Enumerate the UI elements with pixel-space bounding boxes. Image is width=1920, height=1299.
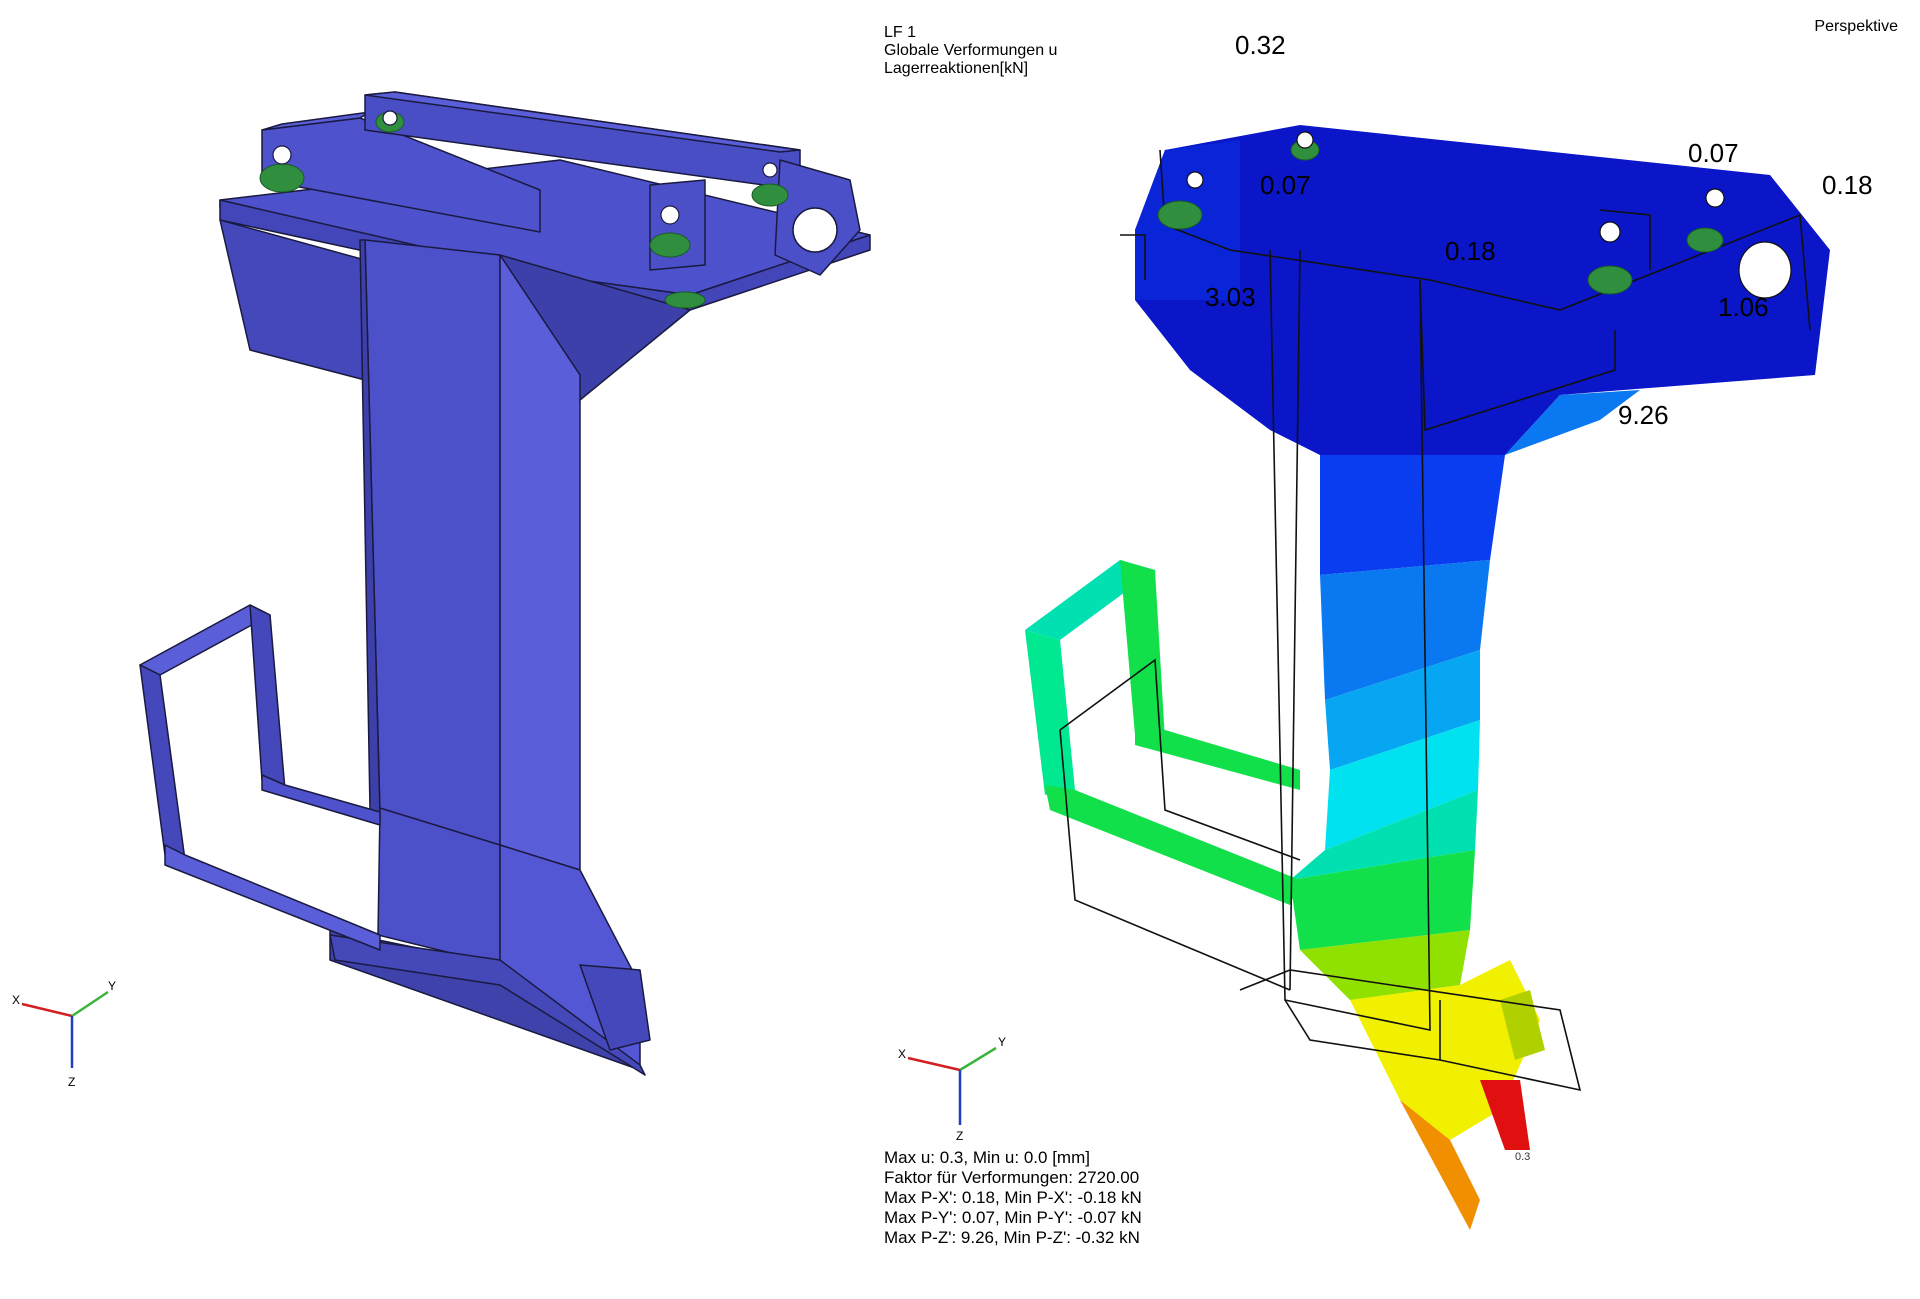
max-deformation-marker: 0.3 [1515,1151,1530,1163]
reaction-label: 0.07 [1260,170,1311,200]
reaction-label: 0.32 [1235,30,1286,60]
frame-right-post [249,604,286,791]
frame-left-post [139,664,186,861]
deformed-contour-model [1025,125,1830,1230]
legend-line-reactions: Lagerreaktionen[kN] [884,60,1029,77]
contour-frame-left-post [1025,630,1075,795]
structural-viewport[interactable]: X Y Z X Y Z 0.3 LF 1 Globale Verformunge… [0,0,1920,1294]
axis-y-label-left: Y [108,979,116,993]
model-canvas[interactable]: X Y Z X Y Z 0.3 [0,0,1920,1294]
reaction-label: 0.18 [1445,236,1496,266]
axis-triad-left: X Y Z [12,979,116,1089]
stat-max-u: Max u: 0.3, Min u: 0.0 [mm] [884,1148,1090,1167]
result-statistics: Max u: 0.3, Min u: 0.0 [mm] Faktor für V… [884,1148,1142,1248]
axis-x-label-right: X [898,1047,906,1061]
axis-z-label-right: Z [956,1129,963,1143]
contour-column-band-1 [1320,455,1505,575]
axis-z-label-left: Z [68,1075,75,1089]
axis-triad-right: X Y Z [898,1035,1006,1143]
projection-label[interactable]: Perspektive [1814,18,1898,36]
legend-line-deformations: Globale Verformungen u [884,42,1058,59]
result-legend: LF 1 Globale Verformungen u Lagerreaktio… [884,24,1057,78]
column-front [364,239,501,846]
reaction-label: 0.18 [1822,170,1873,200]
stat-pz: Max P-Z': 9.26, Min P-Z': -0.32 kN [884,1228,1140,1247]
axis-y-label-right: Y [998,1035,1006,1049]
axis-x-label-left: X [12,993,20,1007]
frame-bottom-bar [164,844,381,951]
undeformed-model [139,91,871,1076]
frame-inner-bar [261,774,381,826]
stat-deformation-factor: Faktor für Verformungen: 2720.00 [884,1168,1140,1187]
ear-hole [792,207,838,253]
reaction-label: 1.06 [1718,292,1769,322]
reaction-label: 0.07 [1688,138,1739,168]
load-case-label: LF 1 [884,24,917,41]
reaction-label: 9.26 [1618,400,1669,430]
stat-py: Max P-Y': 0.07, Min P-Y': -0.07 kN [884,1208,1142,1227]
stat-px: Max P-X': 0.18, Min P-X': -0.18 kN [884,1188,1142,1207]
reaction-label: 3.03 [1205,282,1256,312]
